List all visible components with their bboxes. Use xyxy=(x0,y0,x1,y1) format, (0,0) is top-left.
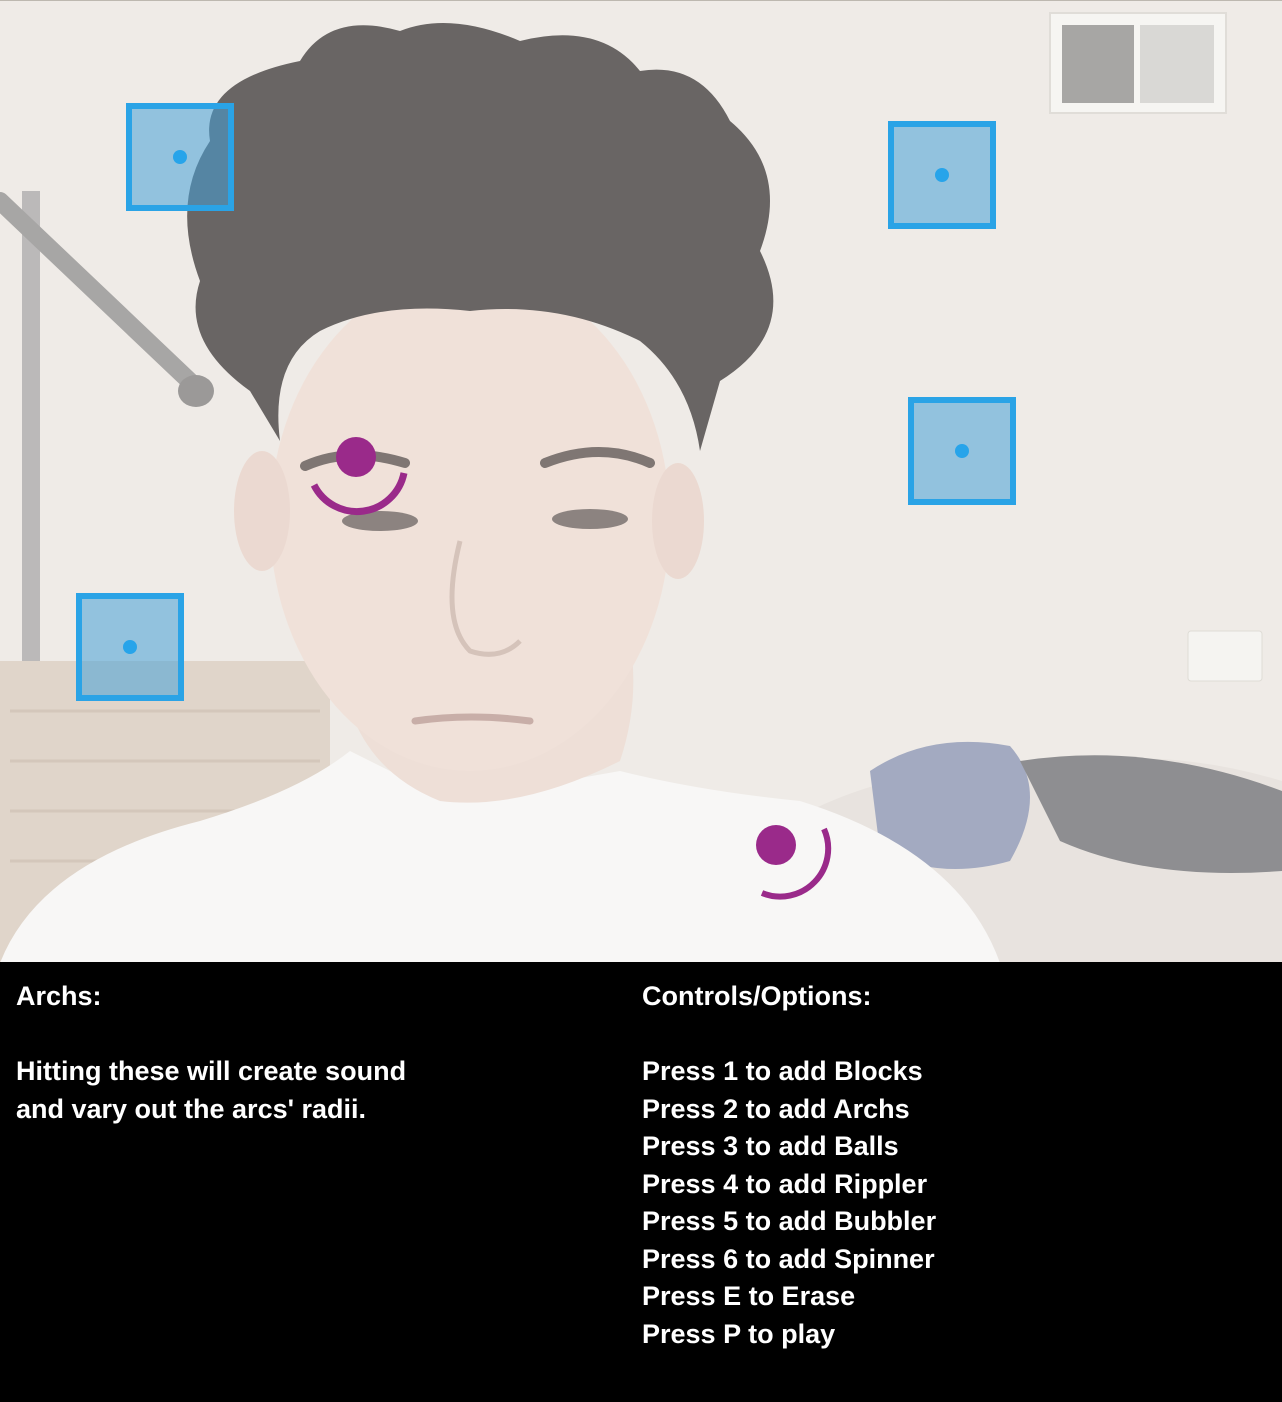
control-item: Press 3 to add Balls xyxy=(642,1131,899,1161)
block-target[interactable] xyxy=(76,593,184,701)
control-item: Press 6 to add Spinner xyxy=(642,1243,935,1274)
control-item: Press P to play xyxy=(642,1318,836,1349)
description-title: Archs: xyxy=(16,981,102,1011)
arch-target[interactable] xyxy=(300,421,420,521)
block-center-dot xyxy=(955,444,969,458)
block-target[interactable] xyxy=(888,121,996,229)
control-item: Press 1 to add Blocks xyxy=(642,1056,923,1086)
app-window: Archs: Hitting these will create sound a… xyxy=(0,0,1282,1402)
item-description: Archs: Hitting these will create sound a… xyxy=(16,978,596,1128)
block-center-dot xyxy=(935,168,949,182)
arch-arc xyxy=(310,472,408,516)
arch-target[interactable] xyxy=(740,807,840,907)
block-center-dot xyxy=(173,150,187,164)
controls-list: Controls/Options: Press 1 to add Blocks … xyxy=(642,978,1262,1353)
description-line: Hitting these will create sound xyxy=(16,1056,407,1086)
control-item: Press 5 to add Bubbler xyxy=(642,1206,937,1236)
control-item: Press E to Erase xyxy=(642,1281,856,1311)
info-panel: Archs: Hitting these will create sound a… xyxy=(0,962,1282,1402)
arch-ball xyxy=(336,437,376,477)
control-item: Press 2 to add Archs xyxy=(642,1093,910,1124)
block-target[interactable] xyxy=(908,397,1016,505)
block-target[interactable] xyxy=(126,103,234,211)
webcam-canvas[interactable] xyxy=(0,0,1282,962)
description-line: and vary out the arcs' radii. xyxy=(16,1093,367,1124)
controls-title: Controls/Options: xyxy=(642,981,872,1011)
block-center-dot xyxy=(123,640,137,654)
arch-ball xyxy=(756,825,796,865)
control-item: Press 4 to add Rippler xyxy=(642,1168,928,1199)
